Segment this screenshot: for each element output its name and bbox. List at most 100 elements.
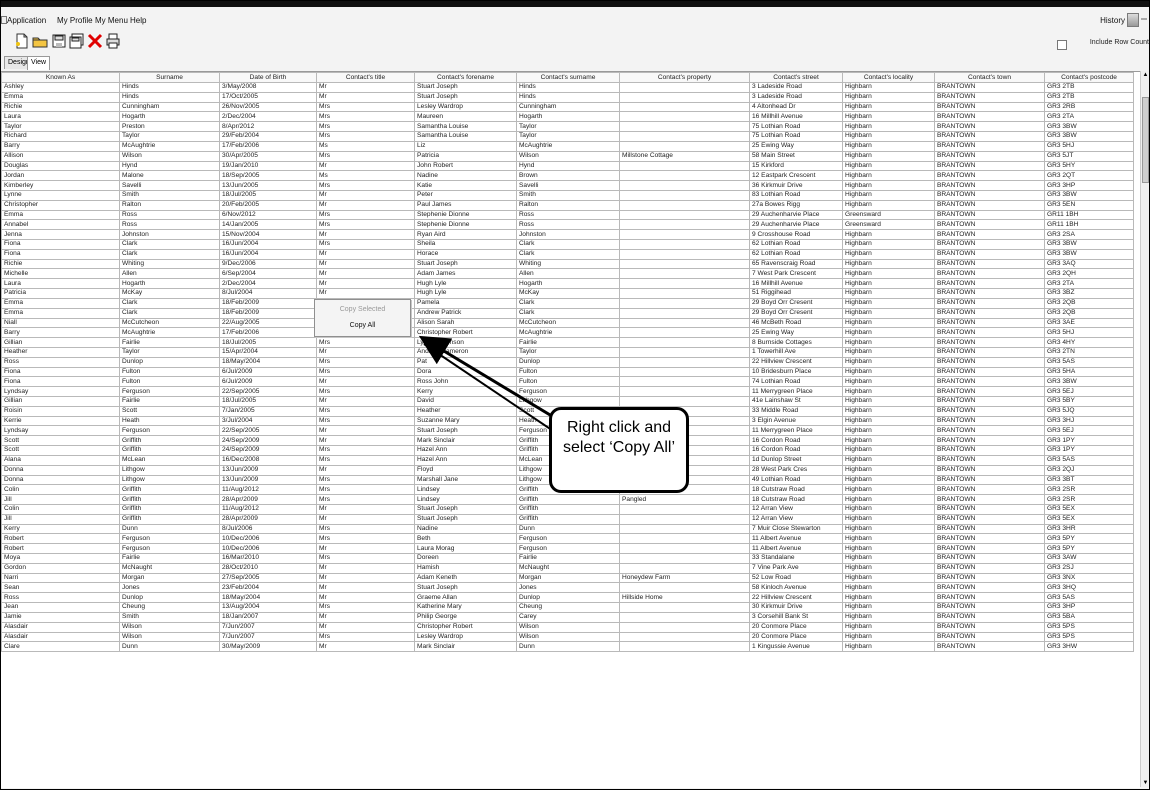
table-cell[interactable]: Highbarn: [842, 131, 935, 142]
table-row[interactable]: Ross Dunlop 18/May/2004 Mrs Pat Dunlop 22 Hill…: [1, 356, 1134, 368]
table-cell[interactable]: 7/Jan/2005: [219, 405, 317, 417]
table-cell[interactable]: 74 Lothian Road: [749, 376, 843, 388]
table-cell[interactable]: Colin: [1, 503, 120, 515]
table-cell[interactable]: Highbarn: [842, 268, 935, 280]
table-cell[interactable]: [619, 131, 750, 142]
table-cell[interactable]: Stuart Joseph: [414, 258, 517, 270]
table-cell[interactable]: 18/Jul/2005: [219, 337, 317, 348]
table-cell[interactable]: Mr: [316, 91, 415, 103]
table-cell[interactable]: Fulton: [516, 376, 620, 388]
table-cell[interactable]: Donna: [1, 474, 120, 486]
table-cell[interactable]: Taylor: [516, 121, 620, 133]
table-cell[interactable]: Clark: [119, 297, 220, 309]
table-cell[interactable]: 11/Aug/2012: [219, 484, 317, 496]
table-cell[interactable]: [619, 170, 750, 182]
table-cell[interactable]: 65 Ravenscraig Road: [749, 258, 843, 270]
table-cell[interactable]: [619, 503, 750, 515]
table-cell[interactable]: GR3 3BT: [1044, 474, 1134, 486]
table-cell[interactable]: 12 Arran View: [749, 513, 843, 525]
table-cell[interactable]: GR3 5HY: [1044, 160, 1134, 172]
table-row[interactable]: Clare Dunn 30/May/2009 Mr Mark Sinclair Dunn 1…: [1, 641, 1134, 653]
table-cell[interactable]: [619, 562, 750, 574]
table-cell[interactable]: Katie: [414, 180, 517, 191]
table-cell[interactable]: Johnston: [516, 229, 620, 240]
table-cell[interactable]: Whiting: [119, 258, 220, 270]
column-header[interactable]: Contact's title: [316, 72, 415, 83]
table-cell[interactable]: Mrs: [316, 209, 415, 221]
table-cell[interactable]: Gordon: [1, 562, 120, 574]
table-cell[interactable]: Highbarn: [842, 111, 935, 123]
table-cell[interactable]: 28/Apr/2009: [219, 494, 317, 505]
table-cell[interactable]: BRANTOWN: [934, 82, 1045, 93]
table-cell[interactable]: 30/Apr/2005: [219, 150, 317, 162]
table-cell[interactable]: Highbarn: [842, 405, 935, 417]
table-cell[interactable]: Alison Sarah: [414, 317, 517, 329]
table-cell[interactable]: Highbarn: [842, 641, 935, 653]
table-cell[interactable]: BRANTOWN: [934, 464, 1045, 476]
table-cell[interactable]: GR3 2RB: [1044, 101, 1134, 113]
table-cell[interactable]: BRANTOWN: [934, 405, 1045, 417]
table-cell[interactable]: Andrew Cameron: [414, 346, 517, 358]
table-cell[interactable]: Highbarn: [842, 572, 935, 584]
table-cell[interactable]: Clark: [516, 239, 620, 250]
table-cell[interactable]: 18/May/2004: [219, 356, 317, 368]
table-cell[interactable]: Floyd: [414, 464, 517, 476]
table-cell[interactable]: Scott: [1, 445, 120, 456]
table-cell[interactable]: Graeme Allan: [414, 592, 517, 604]
table-row[interactable]: EmmaClark18/Feb/2009MrsPamelaClark29 Boy…: [1, 297, 1134, 309]
table-cell[interactable]: Nadine: [414, 170, 517, 182]
table-cell[interactable]: Jones: [119, 582, 220, 594]
table-cell[interactable]: [619, 140, 750, 152]
table-cell[interactable]: Mrs: [316, 219, 415, 231]
table-cell[interactable]: BRANTOWN: [934, 219, 1045, 231]
table-cell[interactable]: Nadine: [414, 523, 517, 535]
table-cell[interactable]: Mrs: [316, 337, 415, 348]
table-cell[interactable]: Mr: [316, 258, 415, 270]
table-cell[interactable]: 33 Standalane: [749, 553, 843, 564]
table-cell[interactable]: [619, 268, 750, 280]
table-cell[interactable]: Cheung: [516, 602, 620, 613]
table-cell[interactable]: Mrs: [316, 553, 415, 564]
table-cell[interactable]: [619, 396, 750, 407]
table-cell[interactable]: Stuart Joseph: [414, 425, 517, 437]
table-cell[interactable]: Highbarn: [842, 386, 935, 397]
table-cell[interactable]: BRANTOWN: [934, 180, 1045, 191]
table-cell[interactable]: BRANTOWN: [934, 513, 1045, 525]
table-cell[interactable]: Christopher Robert: [414, 327, 517, 339]
table-cell[interactable]: GR3 2QB: [1044, 297, 1134, 309]
table-cell[interactable]: McAughtrie: [516, 327, 620, 339]
table-cell[interactable]: Mr: [316, 189, 415, 201]
table-cell[interactable]: Mr: [316, 641, 415, 653]
table-cell[interactable]: Mrs: [316, 494, 415, 505]
table-cell[interactable]: BRANTOWN: [934, 209, 1045, 221]
table-cell[interactable]: 24/Sep/2009: [219, 435, 317, 447]
table-cell[interactable]: 16 Millhill Avenue: [749, 111, 843, 123]
table-cell[interactable]: BRANTOWN: [934, 91, 1045, 103]
table-cell[interactable]: Lesley Wardrop: [414, 101, 517, 113]
table-cell[interactable]: Fairlie: [119, 396, 220, 407]
table-cell[interactable]: McNaught: [119, 562, 220, 574]
table-cell[interactable]: GR3 5PS: [1044, 621, 1134, 633]
table-cell[interactable]: Mrs: [316, 239, 415, 250]
table-cell[interactable]: Fulton: [119, 376, 220, 388]
table-cell[interactable]: 18 Cutstraw Road: [749, 484, 843, 496]
table-cell[interactable]: Fiona: [1, 376, 120, 388]
table-cell[interactable]: BRANTOWN: [934, 435, 1045, 447]
table-cell[interactable]: Stephenie Dionne: [414, 209, 517, 221]
table-cell[interactable]: Douglas: [1, 160, 120, 172]
table-cell[interactable]: Mr: [316, 621, 415, 633]
table-cell[interactable]: Stuart Joseph: [414, 82, 517, 93]
table-cell[interactable]: [619, 258, 750, 270]
table-cell[interactable]: BRANTOWN: [934, 366, 1045, 378]
table-cell[interactable]: GR3 5AS: [1044, 592, 1134, 604]
table-cell[interactable]: Savelli: [119, 180, 220, 191]
table-cell[interactable]: 11 Merrygreen Place: [749, 425, 843, 437]
column-header[interactable]: Contact's surname: [516, 72, 620, 83]
table-cell[interactable]: Carey: [516, 611, 620, 623]
table-cell[interactable]: 27a Bowes Rigg: [749, 199, 843, 211]
table-cell[interactable]: Allen: [516, 268, 620, 280]
table-cell[interactable]: Wilson: [516, 150, 620, 162]
table-cell[interactable]: McNaught: [516, 562, 620, 574]
table-cell[interactable]: 7/Jun/2007: [219, 621, 317, 633]
table-cell[interactable]: Highbarn: [842, 415, 935, 427]
